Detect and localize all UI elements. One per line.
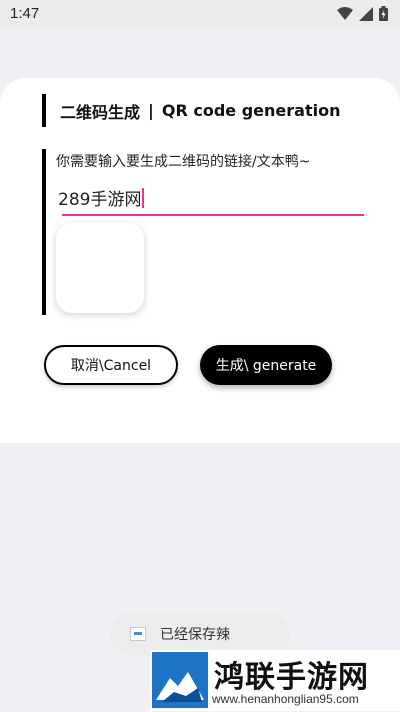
signal-icon: [359, 6, 373, 21]
wifi-icon: [337, 6, 353, 21]
title-en: QR code generation: [161, 101, 341, 120]
text-caret: [142, 188, 145, 208]
title-separator: |: [148, 101, 154, 120]
form-block: 你需要输入要生成二维码的链接/文本鸭~ 289手游网: [42, 149, 376, 315]
text-input-field[interactable]: 289手游网: [56, 179, 364, 216]
watermark-url: www.henanhonglian95.com: [212, 692, 359, 706]
watermark-logo-icon: [152, 652, 208, 712]
toast-message: 已经保存辣: [160, 627, 230, 643]
watermark-title: 鸿联手游网: [214, 660, 369, 695]
status-time: 1:47: [10, 5, 40, 22]
watermark: 鸿联手游网 www.henanhonglian95.com: [150, 650, 400, 711]
qr-preview: [56, 223, 144, 313]
generate-button[interactable]: 生成\ generate: [200, 345, 332, 385]
input-value-wrap[interactable]: 289手游网: [58, 185, 145, 210]
app-icon: [130, 627, 146, 641]
status-bar: 1:47: [0, 0, 400, 28]
toast: 已经保存辣: [110, 613, 290, 655]
input-prompt: 你需要输入要生成二维码的链接/文本鸭~: [56, 154, 311, 170]
generate-button-label: 生成\ generate: [215, 358, 317, 374]
input-underline: [62, 214, 364, 216]
battery-icon: [379, 6, 388, 21]
title-cn: 二维码生成: [60, 102, 141, 122]
qr-dialog: 二维码生成 | QR code generation 你需要输入要生成二维码的链…: [0, 78, 400, 443]
dialog-title: 二维码生成 | QR code generation: [42, 94, 340, 127]
input-value[interactable]: 289手游网: [58, 190, 141, 210]
status-icons: [337, 6, 388, 21]
cancel-button[interactable]: 取消\Cancel: [44, 345, 178, 385]
cancel-button-label: 取消\Cancel: [70, 358, 152, 374]
